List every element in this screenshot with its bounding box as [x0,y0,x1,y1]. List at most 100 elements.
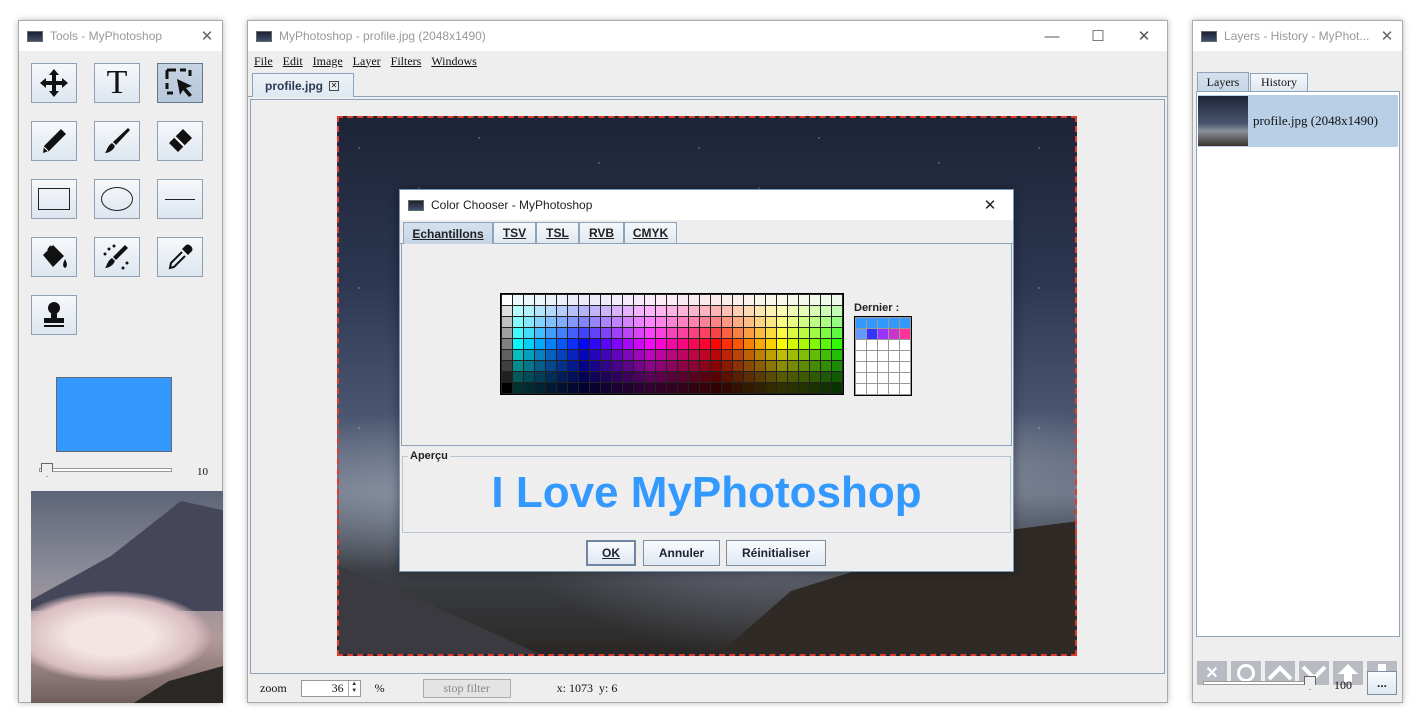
color-swatch[interactable] [689,339,699,349]
recent-swatch[interactable] [856,373,866,383]
recent-swatch[interactable] [889,351,899,361]
color-swatch[interactable] [590,295,600,305]
recent-swatch[interactable] [900,329,910,339]
menu-windows[interactable]: Windows [431,54,477,69]
color-swatch[interactable] [634,339,644,349]
color-swatch[interactable] [568,383,578,393]
color-swatch[interactable] [568,372,578,382]
recent-swatch[interactable] [878,329,888,339]
color-swatch[interactable] [656,339,666,349]
color-swatch[interactable] [700,361,710,371]
recent-swatch[interactable] [856,362,866,372]
recent-swatch[interactable] [867,373,877,383]
color-swatch[interactable] [601,361,611,371]
color-swatch[interactable] [744,383,754,393]
color-swatch[interactable] [546,328,556,338]
color-swatch[interactable] [755,328,765,338]
recent-swatch[interactable] [900,384,910,394]
color-swatch[interactable] [513,317,523,327]
color-swatch[interactable] [667,372,677,382]
color-swatch[interactable] [799,306,809,316]
color-swatch[interactable] [645,306,655,316]
color-swatch[interactable] [744,306,754,316]
pencil-tool-button[interactable] [31,121,77,161]
line-tool-button[interactable] [157,179,203,219]
color-swatch[interactable] [788,383,798,393]
color-swatch[interactable] [634,328,644,338]
color-swatch[interactable] [524,372,534,382]
color-swatch[interactable] [612,339,622,349]
color-swatch[interactable] [557,295,567,305]
color-swatch[interactable] [546,306,556,316]
color-swatch[interactable] [766,361,776,371]
current-color-swatch[interactable] [56,377,172,452]
tab-cmyk[interactable]: CMYK [624,222,677,243]
color-swatch[interactable] [799,361,809,371]
more-options-button[interactable]: ... [1367,671,1397,695]
eraser-tool-button[interactable] [157,121,203,161]
color-swatch[interactable] [689,328,699,338]
color-swatch[interactable] [722,350,732,360]
color-swatch[interactable] [513,383,523,393]
color-swatch[interactable] [744,328,754,338]
color-swatch[interactable] [645,328,655,338]
color-swatch[interactable] [601,328,611,338]
color-swatch[interactable] [733,350,743,360]
color-swatch[interactable] [590,372,600,382]
recent-swatch[interactable] [878,351,888,361]
color-swatch[interactable] [700,372,710,382]
color-swatch[interactable] [711,306,721,316]
color-swatch[interactable] [645,361,655,371]
color-swatch[interactable] [700,317,710,327]
rectangle-tool-button[interactable] [31,179,77,219]
color-swatch[interactable] [524,350,534,360]
color-swatch[interactable] [722,383,732,393]
color-swatch[interactable] [623,383,633,393]
color-swatch[interactable] [711,295,721,305]
recent-swatch[interactable] [889,329,899,339]
color-swatch[interactable] [601,339,611,349]
color-swatch[interactable] [700,328,710,338]
color-swatch[interactable] [722,328,732,338]
swatch-grid[interactable] [500,293,844,395]
recent-swatch[interactable] [889,318,899,328]
stamp-tool-button[interactable] [31,295,77,335]
color-swatch[interactable] [832,317,842,327]
tab-tsv[interactable]: TSV [493,222,536,243]
color-swatch[interactable] [656,295,666,305]
color-swatch[interactable] [733,317,743,327]
color-swatch[interactable] [821,372,831,382]
color-swatch[interactable] [678,306,688,316]
color-swatch[interactable] [821,317,831,327]
color-swatch[interactable] [766,328,776,338]
color-swatch[interactable] [557,306,567,316]
color-swatch[interactable] [535,306,545,316]
color-swatch[interactable] [656,383,666,393]
color-swatch[interactable] [579,350,589,360]
color-swatch[interactable] [645,339,655,349]
color-swatch[interactable] [711,372,721,382]
color-swatch[interactable] [678,317,688,327]
color-swatch[interactable] [502,339,512,349]
color-swatch[interactable] [535,295,545,305]
color-swatch[interactable] [733,295,743,305]
color-swatch[interactable] [733,383,743,393]
color-swatch[interactable] [623,372,633,382]
filter-brush-tool-button[interactable] [94,237,140,277]
color-swatch[interactable] [788,295,798,305]
color-swatch[interactable] [502,295,512,305]
stop-filter-button[interactable]: stop filter [422,678,511,698]
color-swatch[interactable] [766,383,776,393]
tab-history[interactable]: History [1250,73,1308,91]
tab-tsl[interactable]: TSL [536,222,579,243]
color-swatch[interactable] [777,339,787,349]
color-swatch[interactable] [623,350,633,360]
color-swatch[interactable] [832,361,842,371]
color-swatch[interactable] [502,361,512,371]
maximize-icon[interactable]: ☐ [1075,21,1121,51]
color-swatch[interactable] [755,372,765,382]
color-swatch[interactable] [744,317,754,327]
color-swatch[interactable] [513,350,523,360]
menu-filters[interactable]: Filters [391,54,422,69]
color-swatch[interactable] [689,317,699,327]
